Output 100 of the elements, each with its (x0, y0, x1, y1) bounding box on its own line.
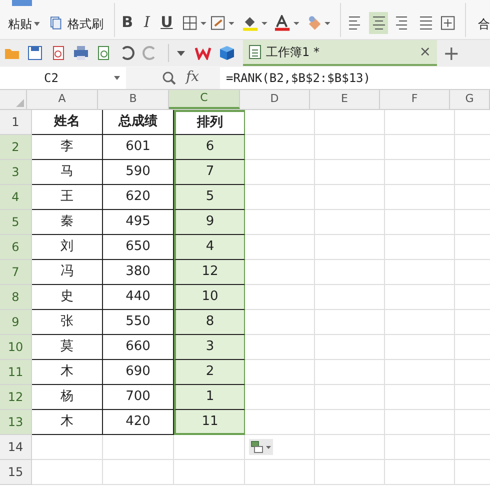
empty-cell (315, 160, 385, 185)
tab-title: 工作簿1 * (266, 44, 320, 61)
paste-options-icon (251, 441, 263, 453)
empty-cell (315, 110, 385, 135)
formula-field[interactable]: =RANK(B2,$B$2:$B$13) (220, 66, 490, 88)
column-header[interactable]: D (240, 90, 310, 109)
row-header[interactable]: 13 (0, 410, 32, 435)
empty-cell (315, 310, 385, 335)
table-cell: 12 (174, 260, 245, 285)
row-header[interactable]: 4 (0, 185, 32, 210)
empty-cell (315, 235, 385, 260)
empty-cell (385, 285, 455, 310)
row-header[interactable]: 5 (0, 210, 32, 235)
bold-button[interactable]: B (120, 11, 134, 34)
empty-cell (385, 185, 455, 210)
empty-cell (315, 285, 385, 310)
column-header[interactable]: G (450, 90, 490, 109)
logo-icon[interactable] (195, 46, 211, 60)
column-header[interactable]: C (169, 90, 240, 109)
empty-cell (385, 160, 455, 185)
column-header[interactable]: F (380, 90, 450, 109)
cell-reference: C2 (44, 70, 58, 86)
column-header[interactable]: E (310, 90, 380, 109)
empty-cell (315, 385, 385, 410)
empty-cell (385, 335, 455, 360)
column-label: G (465, 91, 474, 108)
new-tab-button[interactable]: + (443, 43, 460, 63)
name-box[interactable]: C2 (0, 66, 126, 88)
preview-icon[interactable] (96, 45, 112, 61)
underline-button[interactable]: U (160, 11, 174, 34)
table-cell: 10 (174, 285, 245, 310)
column-label: F (411, 91, 418, 108)
row-header[interactable]: 9 (0, 310, 32, 335)
format-painter-button[interactable]: 格式刷 (68, 14, 104, 32)
table-cell: 4 (174, 235, 245, 260)
table-cell: 3 (174, 335, 245, 360)
document-tab[interactable]: 工作簿1 * × (243, 40, 437, 66)
align-icon (395, 14, 410, 30)
paste-button[interactable]: 粘贴 (8, 14, 32, 32)
table-cell: 5 (174, 185, 245, 210)
caret-icon (266, 446, 271, 448)
column-label: D (270, 91, 279, 108)
empty-cell (385, 360, 455, 385)
table-cell: 9 (174, 210, 245, 235)
row-header[interactable]: 8 (0, 285, 32, 310)
empty-cell (315, 185, 385, 210)
save-icon[interactable] (27, 45, 43, 61)
table-cell: 姓名 (32, 110, 103, 135)
caret-icon[interactable] (177, 50, 185, 56)
fill-color-icon[interactable] (242, 14, 268, 30)
merge-label[interactable]: 合 (478, 14, 490, 32)
empty-cell (315, 335, 385, 360)
align-icon (348, 14, 362, 30)
table-cell: 冯 (32, 260, 103, 285)
close-button[interactable]: × (419, 42, 431, 62)
zoom-icon[interactable] (162, 70, 176, 84)
empty-cell (315, 210, 385, 235)
row-header[interactable]: 2 (0, 135, 32, 160)
document-icon (249, 45, 261, 59)
empty-cell (385, 260, 455, 285)
row-header[interactable]: 1 (0, 110, 32, 135)
distribute-icon[interactable] (441, 14, 456, 30)
column-label: E (341, 91, 348, 108)
empty-cell (385, 385, 455, 410)
row-header[interactable]: 7 (0, 260, 32, 285)
borders-icon[interactable] (183, 16, 207, 30)
row-header[interactable]: 14 (0, 435, 32, 460)
empty-cell (385, 210, 455, 235)
column-label: C (200, 90, 208, 106)
row-header[interactable]: 15 (0, 460, 32, 485)
table-cell: 马 (32, 160, 103, 185)
row-header[interactable]: 12 (0, 385, 32, 410)
table-cell: 8 (174, 310, 245, 335)
function-button[interactable]: fx (186, 67, 200, 88)
formula-text: =RANK(B2,$B$2:$B$13) (226, 70, 370, 86)
cell-style-icon[interactable] (210, 16, 234, 30)
row-header[interactable]: 10 (0, 335, 32, 360)
row-header[interactable]: 11 (0, 360, 32, 385)
print-icon[interactable] (73, 45, 89, 61)
table-cell: 7 (174, 160, 245, 185)
align-button[interactable] (368, 12, 388, 34)
table-cell: 张 (32, 310, 103, 335)
row-header[interactable]: 6 (0, 235, 32, 260)
copy-icon[interactable] (50, 16, 62, 30)
table-cell: 1 (174, 385, 245, 410)
empty-cell (385, 410, 455, 435)
table-cell: 刘 (32, 235, 103, 260)
column-header[interactable]: A (27, 90, 98, 109)
italic-button[interactable]: I (140, 11, 154, 34)
table-cell: 木 (32, 360, 103, 385)
row-header[interactable]: 3 (0, 160, 32, 185)
column-label: B (129, 91, 137, 108)
empty-cell (385, 435, 455, 460)
font-color-icon[interactable] (274, 14, 300, 30)
empty-cell (315, 135, 385, 160)
table-cell: 李 (32, 135, 103, 160)
export-icon[interactable] (50, 45, 66, 61)
paste-options-button[interactable] (249, 439, 273, 455)
cube-icon[interactable] (219, 45, 235, 61)
table-cell: 秦 (32, 210, 103, 235)
